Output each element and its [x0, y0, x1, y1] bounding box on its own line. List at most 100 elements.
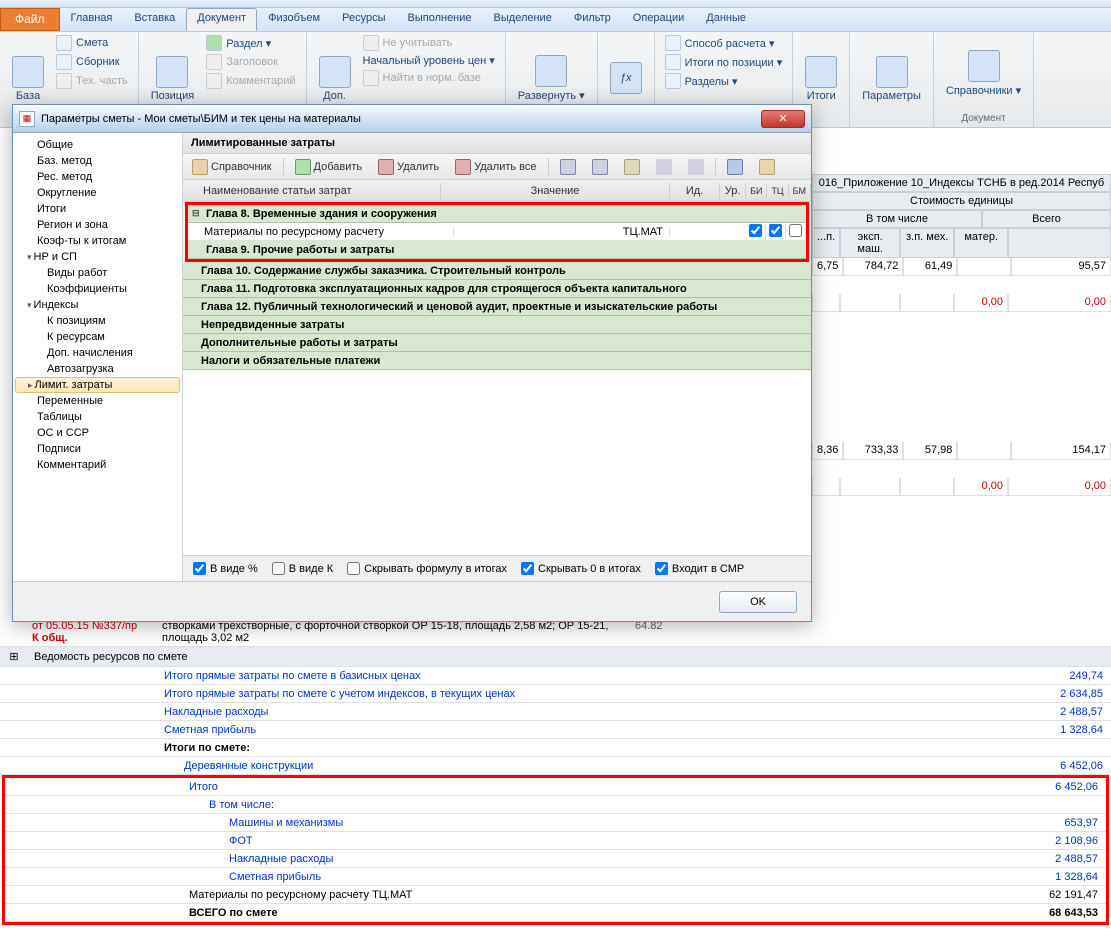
tab-filter[interactable]: Фильтр [563, 8, 622, 31]
col-header: В том числе [812, 210, 982, 228]
copy-button[interactable] [587, 156, 613, 178]
tab-operations[interactable]: Операции [622, 8, 695, 31]
tree-item[interactable]: ОС и ССР [13, 425, 182, 441]
tree-item[interactable]: Виды работ [13, 265, 182, 281]
tree-item[interactable]: Таблицы [13, 409, 182, 425]
add-button[interactable]: Добавить [290, 156, 368, 178]
tree-item[interactable]: Общие [13, 137, 182, 153]
chapter-8-row[interactable]: ⊟Глава 8. Временные здания и сооружения [188, 205, 806, 223]
itogi-pos-button[interactable]: Итоги по позиции ▾ [661, 53, 787, 71]
scissors-icon [560, 159, 576, 175]
chapter-row[interactable]: Дополнительные работы и затраты [183, 334, 811, 352]
sprav-button[interactable]: Справочники ▾ [940, 34, 1027, 112]
total-row: Итого6 452,06 [5, 778, 1106, 796]
tab-main[interactable]: Главная [60, 8, 124, 31]
tree-item[interactable]: Коэффициенты [13, 281, 182, 297]
total-row: В том числе: [5, 796, 1106, 814]
col-name: Наименование статьи затрат [183, 183, 441, 199]
razdely-button[interactable]: Разделы ▾ [661, 72, 787, 90]
vedomost-header: Ведомость ресурсов по смете [28, 651, 1111, 663]
file-tab[interactable]: Файл [0, 8, 60, 31]
total-row: ВСЕГО по смете68 643,53 [5, 904, 1106, 922]
total-row: Деревянные конструкции6 452,06 [0, 757, 1111, 775]
expand-icon[interactable]: ⊞ [0, 650, 28, 663]
move-up-button[interactable] [651, 156, 677, 178]
tab-data[interactable]: Данные [695, 8, 757, 31]
tab-resources[interactable]: Ресурсы [331, 8, 396, 31]
smeta-button[interactable]: Смета [52, 34, 132, 52]
total-row: Сметная прибыль1 328,64 [0, 721, 1111, 739]
delete-all-button[interactable]: Удалить все [450, 156, 541, 178]
tree-item[interactable]: Лимит. затраты [15, 377, 180, 393]
open-button[interactable] [754, 156, 780, 178]
tab-insert[interactable]: Вставка [123, 8, 186, 31]
coef-checkbox[interactable]: В виде К [272, 562, 333, 575]
tree-item[interactable]: К ресурсам [13, 329, 182, 345]
col-value: Значение [441, 183, 670, 199]
chapter-row[interactable]: Глава 11. Подготовка эксплуатационных ка… [183, 280, 811, 298]
material-row[interactable]: Материалы по ресурсному расчету ТЦ.МАТ [188, 223, 806, 241]
tab-selection[interactable]: Выделение [483, 8, 563, 31]
hide-formula-checkbox[interactable]: Скрывать формулу в итогах [347, 562, 507, 575]
smeta-params-dialog: ▦ Параметры сметы - Мои сметы\БИМ и тек … [12, 104, 812, 622]
paste-icon [624, 159, 640, 175]
params-button[interactable]: Параметры [856, 34, 927, 123]
position-text: створками трехстворные, с форточной ство… [158, 618, 631, 646]
find-norm-button: Найти в норм. базе [359, 69, 499, 87]
hide-zero-checkbox[interactable]: Скрывать 0 в итогах [521, 562, 641, 575]
down-arrow-icon [688, 159, 704, 175]
category-tree: ОбщиеБаз. методРес. методОкруглениеИтоги… [13, 133, 183, 581]
tab-document[interactable]: Документ [186, 8, 257, 31]
tree-item[interactable]: Автозагрузка [13, 361, 182, 377]
tree-item[interactable]: Индексы [13, 297, 182, 313]
bi-checkbox[interactable] [749, 224, 762, 237]
smr-checkbox[interactable]: Входит в СМР [655, 562, 744, 575]
razdel-button[interactable]: Раздел ▾ [202, 34, 299, 52]
tree-item[interactable]: Итоги [13, 201, 182, 217]
total-row: Итого прямые затраты по смете с учетом и… [0, 685, 1111, 703]
base-label: База [16, 90, 40, 102]
chapter-row[interactable]: Глава 12. Публичный технологический и це… [183, 298, 811, 316]
tree-item[interactable]: Рес. метод [13, 169, 182, 185]
tree-item[interactable]: Округление [13, 185, 182, 201]
tree-item[interactable]: НР и СП [13, 249, 182, 265]
sbornik-button[interactable]: Сборник [52, 53, 132, 71]
move-down-button[interactable] [683, 156, 709, 178]
percent-checkbox[interactable]: В виде % [193, 562, 258, 575]
price-level-button[interactable]: Начальный уровень цен ▾ [359, 53, 499, 68]
total-row: ФОТ2 108,96 [5, 832, 1106, 850]
ok-button[interactable]: OK [719, 591, 797, 613]
up-arrow-icon [656, 159, 672, 175]
tree-item[interactable]: Комментарий [13, 457, 182, 473]
cut-button[interactable] [555, 156, 581, 178]
tab-fizobyem[interactable]: Физобъем [257, 8, 331, 31]
dialog-title: Параметры сметы - Мои сметы\БИМ и тек це… [41, 113, 361, 125]
calc-method-button[interactable]: Способ расчета ▾ [661, 34, 787, 52]
tree-item[interactable]: Доп. начисления [13, 345, 182, 361]
total-row: Материалы по ресурсному расчету ТЦ.МАТ62… [5, 886, 1106, 904]
chapter-row[interactable]: Глава 10. Содержание службы заказчика. С… [183, 262, 811, 280]
not-account-button: Не учитывать [359, 34, 499, 52]
tree-item[interactable]: Регион и зона [13, 217, 182, 233]
save-button[interactable] [722, 156, 748, 178]
chapter-9-row[interactable]: Глава 9. Прочие работы и затраты [188, 241, 806, 259]
tree-item[interactable]: Баз. метод [13, 153, 182, 169]
directory-button[interactable]: Справочник [187, 156, 277, 178]
tree-item[interactable]: Подписи [13, 441, 182, 457]
tech-part-button: Тех. часть [52, 72, 132, 90]
dialog-icon: ▦ [19, 111, 35, 127]
close-button[interactable]: ✕ [761, 110, 805, 128]
tree-item[interactable]: К позициям [13, 313, 182, 329]
bm-checkbox[interactable] [789, 224, 802, 237]
col-header: Стоимость единицы [812, 192, 1111, 210]
tree-item[interactable]: Переменные [13, 393, 182, 409]
delete-button[interactable]: Удалить [373, 156, 444, 178]
tree-item[interactable]: Коэф-ты к итогам [13, 233, 182, 249]
zagolovok-button: Заголовок [202, 53, 299, 71]
chapter-row[interactable]: Непредвиденные затраты [183, 316, 811, 334]
paste-button[interactable] [619, 156, 645, 178]
col-id: Ид. [670, 183, 720, 199]
tab-execution[interactable]: Выполнение [397, 8, 483, 31]
chapter-row[interactable]: Налоги и обязательные платежи [183, 352, 811, 370]
tc-checkbox[interactable] [769, 224, 782, 237]
